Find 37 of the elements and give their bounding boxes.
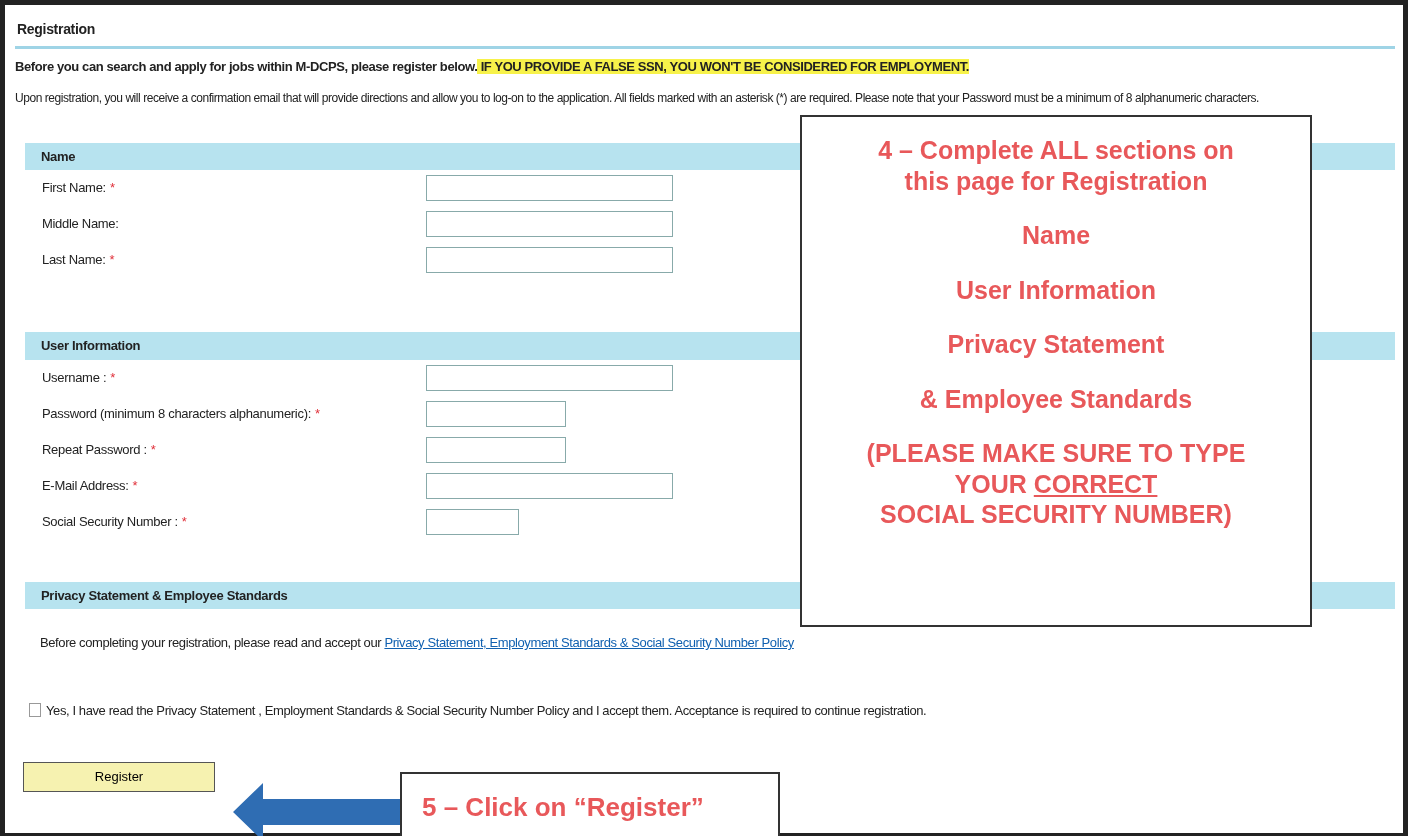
input-field[interactable] [426,211,673,237]
field-label: Password (minimum 8 characters alphanumeric): [42,405,311,421]
input-field[interactable] [426,175,673,201]
input-field[interactable] [426,508,519,535]
input-field[interactable] [426,472,673,499]
required-mark: * [109,252,115,268]
privacy-text: Before completing your registration, please read and accept our Privacy Statement, Employment Standards & Social Security Number Policy [39,634,795,652]
input-field[interactable] [426,400,566,427]
register-button[interactable]: Register [23,762,215,792]
required-mark: * [181,513,187,529]
input-field[interactable] [426,436,566,463]
field-label: First Name: [42,180,106,196]
required-mark: * [150,441,156,457]
field-label: Middle Name: [42,216,119,232]
intro-text: Before you can search and apply for jobs within M-DCPS, please register below. IF YOU PROVIDE A FALSE SSN, YOU WON'T BE CONSIDERED FOR EMPLOYMENT. [15,58,971,76]
input-field[interactable] [426,364,673,391]
checkbox[interactable] [29,703,41,718]
callout-text: (PLEASE MAKE SURE TO TYPE YOUR CORRECT SOCIAL SECURITY NUMBER) [865,438,1247,530]
required-mark: * [110,369,115,385]
field-label: Username : [42,369,107,385]
input-field[interactable] [426,247,673,273]
page-title: Registration [15,5,1395,49]
required-mark: * [315,405,320,421]
field-label: Repeat Password : [42,441,147,457]
privacy-link[interactable]: Privacy Statement, Employment Standards & Social Security Number Policy [384,635,794,650]
checkbox-label: Yes, I have read the Privacy Statement , Employment Standards & Social Security Number Policy and I accept them. Acceptance is required to continue registration. [46,701,927,720]
callout-text: Name [1020,220,1092,251]
field-label: Social Security Number : [42,513,178,529]
callout-text: Privacy Statement [946,329,1166,360]
callout-text: User Information [955,274,1157,305]
callout-text: 5 – Click on “Register” [422,791,705,824]
field-label: Last Name: [42,252,106,268]
required-mark: * [109,180,115,196]
notice-text: Upon registration, you will receive a confirmation email that will provide directions and allow you to log-on to the application. All fields marked with an asterisk (*) are required. Please note that your Password must be a minimum of 8 alphanumeric characters. [15,89,1260,107]
callout-text: & Employee Standards [918,383,1194,414]
required-mark: * [132,477,138,493]
field-label: E-Mail Address: [42,477,129,493]
